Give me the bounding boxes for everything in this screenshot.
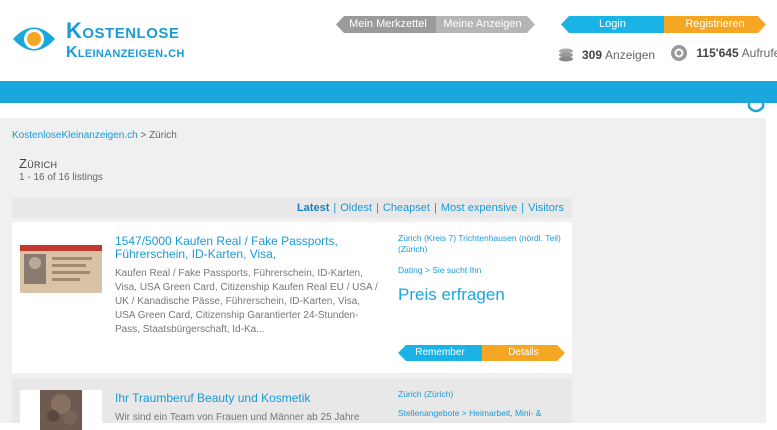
logo-eye-icon[interactable] (11, 22, 57, 57)
nav-bar (0, 81, 777, 103)
breadcrumb-current: Zürich (149, 130, 177, 141)
listing-card: 1547/5000 Kaufen Real / Fake Passports, … (12, 222, 572, 373)
sort-latest[interactable]: Latest (297, 202, 329, 214)
ads-label: Anzeigen (605, 48, 656, 62)
chevron-down-icon[interactable] (747, 99, 765, 115)
sort-separator: | (376, 202, 379, 214)
sort-cheapest[interactable]: Cheapset (383, 202, 430, 214)
remember-button[interactable]: Remember (398, 345, 482, 361)
views-count: 115'645 (696, 46, 739, 60)
sort-most-expensive[interactable]: Most expensive (441, 202, 517, 214)
breadcrumb-separator: > (140, 130, 147, 141)
register-button[interactable]: Registrieren (664, 16, 766, 33)
sort-separator: | (521, 202, 525, 214)
meine-anzeigen-button[interactable]: Meine Anzeigen (436, 16, 535, 33)
stack-icon (559, 48, 573, 62)
listing-title-link[interactable]: Ihr Traumberuf Beauty und Kosmetik (115, 392, 355, 405)
merkzettel-button[interactable]: Mein Merkzettel (336, 16, 436, 33)
breadcrumb-home-link[interactable]: KostenloseKleinanzeigen.ch (12, 130, 138, 141)
listing-count: 1 - 16 of 16 listings (19, 172, 103, 183)
sort-oldest[interactable]: Oldest (340, 202, 372, 214)
login-button[interactable]: Login (561, 16, 664, 33)
listing-description: Kaufen Real / Fake Passports, Führersche… (115, 268, 378, 335)
listing-price: Preis erfragen (398, 285, 505, 304)
details-button[interactable]: Details (482, 345, 565, 361)
page-title: Zürich (19, 156, 58, 171)
listing-location-link[interactable]: Zürich (Kreis 7) Trichtenhausen (nördl. … (398, 233, 570, 255)
site-logo[interactable]: Kostenlose Kleinanzeigen.ch (66, 20, 185, 61)
listing-thumbnail[interactable] (20, 390, 102, 430)
site-header: Kostenlose Kleinanzeigen.ch Mein Merkzet… (0, 0, 777, 81)
logo-line-1: Kostenlose (66, 18, 180, 43)
ads-stat: 309 Anzeigen (558, 48, 655, 62)
listing-category-link[interactable]: Dating > Sie sucht Ihn (398, 265, 570, 276)
breadcrumb: KostenloseKleinanzeigen.ch > Zürich (12, 130, 177, 141)
listing-title-link[interactable]: 1547/5000 Kaufen Real / Fake Passports, … (115, 235, 355, 261)
views-label: Aufrufe (741, 46, 777, 60)
views-stat: 115'645 Aufrufe (658, 44, 777, 62)
listing-thumbnail[interactable] (20, 245, 102, 293)
sort-visitors[interactable]: Visitors (528, 202, 564, 214)
listing-location-link[interactable]: Zürich (Zürich) (398, 389, 570, 400)
site-stats: 309 Anzeigen 115'645 Aufrufe (558, 44, 777, 65)
logo-line-2: Kleinanzeigen.ch (66, 44, 185, 61)
ads-count: 309 (582, 48, 603, 62)
sort-bar: Latest | Oldest | Cheapset | Most expensive | Vi… (12, 198, 572, 218)
listing-category-link[interactable]: Stellenangebote > Heimarbeit, Mini- & (398, 408, 570, 419)
views-eye-icon (671, 45, 688, 61)
listing-card: Ihr Traumberuf Beauty und Kosmetik Wir s… (12, 378, 572, 430)
sort-separator: | (433, 202, 437, 214)
sort-separator: | (333, 202, 337, 214)
